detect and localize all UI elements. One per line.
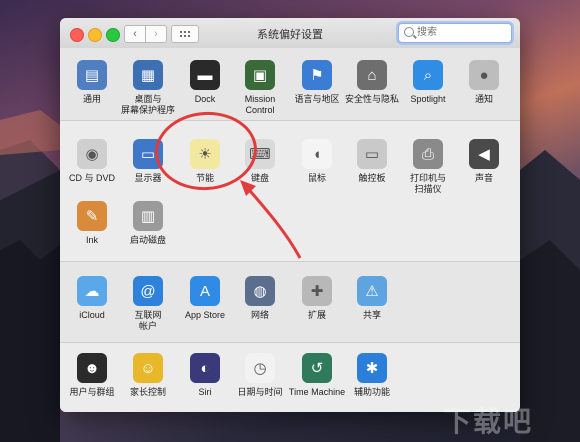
pref-pane-time-machine[interactable]: ↺ Time Machine — [287, 353, 347, 398]
pref-pane-label: Time Machine — [288, 387, 346, 397]
general-icon: ▤ — [77, 60, 107, 90]
sound-icon: ◀ — [469, 139, 499, 169]
pref-pane-label: Siri — [198, 387, 212, 397]
language-region-icon: ⚑ — [302, 60, 332, 90]
internet-accounts-icon: @ — [133, 276, 163, 306]
section-hardware: ◉ CD 与 DVD ▭ 显示器 ☀ 节能 ⌨ 键盘 ◖ 鼠标 ▭ 触控板 ⎙ 打印机与 扫描仪 ◀ 声音 ✎ I… — [60, 121, 520, 261]
pref-pane-label: 用户与群组 — [69, 387, 115, 397]
pref-pane-general[interactable]: ▤ 通用 — [62, 60, 122, 105]
pref-pane-network[interactable]: ◍ 网络 — [230, 276, 290, 321]
pref-pane-siri[interactable]: ◐ Siri — [175, 353, 235, 398]
pref-pane-label: 辅助功能 — [353, 387, 390, 397]
pref-pane-label: 共享 — [362, 310, 381, 320]
parental-controls-icon: ☺ — [133, 353, 163, 383]
search-icon — [404, 27, 414, 37]
app-store-icon: A — [190, 276, 220, 306]
system-preferences-window: ‹ › 系统偏好设置 ▤ 通用 ▦ 桌面与 屏幕保护程序 ▬ Dock ▣ Mission C… — [60, 18, 520, 412]
pref-pane-ink[interactable]: ✎ Ink — [62, 201, 122, 246]
desktop-screensaver-icon: ▦ — [133, 60, 163, 90]
pref-pane-printers-scanners[interactable]: ⎙ 打印机与 扫描仪 — [398, 139, 458, 195]
pref-pane-sharing[interactable]: ⚠ 共享 — [342, 276, 402, 321]
startup-disk-icon: ▥ — [133, 201, 163, 231]
pref-pane-users-groups[interactable]: ☻ 用户与群组 — [62, 353, 122, 398]
pref-pane-trackpad[interactable]: ▭ 触控板 — [342, 139, 402, 184]
trackpad-icon: ▭ — [357, 139, 387, 169]
pref-pane-label: Ink — [85, 235, 98, 245]
printers-scanners-icon: ⎙ — [413, 139, 443, 169]
pref-pane-label: Mission Control — [244, 94, 276, 115]
pref-pane-internet-accounts[interactable]: @ 互联网 帐户 — [118, 276, 178, 332]
pref-pane-mouse[interactable]: ◖ 鼠标 — [287, 139, 347, 184]
ink-icon: ✎ — [77, 201, 107, 231]
section-personal: ▤ 通用 ▦ 桌面与 屏幕保护程序 ▬ Dock ▣ Mission Control ⚑ 语言与地… — [60, 48, 520, 120]
pref-pane-startup-disk[interactable]: ▥ 启动磁盘 — [118, 201, 178, 246]
pref-pane-label: 打印机与 扫描仪 — [409, 173, 446, 194]
search-input[interactable] — [417, 25, 505, 40]
date-time-icon: ◷ — [245, 353, 275, 383]
pref-pane-language-region[interactable]: ⚑ 语言与地区 — [287, 60, 347, 105]
search-field[interactable] — [398, 23, 512, 43]
section-internet: ☁ iCloud @ 互联网 帐户 A App Store ◍ 网络 ✚ 扩展 ⚠ 共享 — [60, 262, 520, 342]
pref-pane-label: 通知 — [474, 94, 493, 104]
pref-pane-parental-controls[interactable]: ☺ 家长控制 — [118, 353, 178, 398]
pref-pane-spotlight[interactable]: ⌕ Spotlight — [398, 60, 458, 105]
pref-pane-date-time[interactable]: ◷ 日期与时间 — [230, 353, 290, 398]
spotlight-icon: ⌕ — [413, 60, 443, 90]
mission-control-icon: ▣ — [245, 60, 275, 90]
pref-pane-sound[interactable]: ◀ 声音 — [454, 139, 514, 184]
pref-pane-security-privacy[interactable]: ⌂ 安全性与隐私 — [342, 60, 402, 105]
pref-pane-mission-control[interactable]: ▣ Mission Control — [230, 60, 290, 116]
pref-pane-label: 家长控制 — [129, 387, 166, 397]
icloud-icon: ☁ — [77, 276, 107, 306]
pref-pane-extensions[interactable]: ✚ 扩展 — [287, 276, 347, 321]
pref-pane-label: 桌面与 屏幕保护程序 — [120, 94, 175, 115]
security-privacy-icon: ⌂ — [357, 60, 387, 90]
pref-pane-label: 语言与地区 — [294, 94, 340, 104]
pref-pane-label: 安全性与隐私 — [344, 94, 399, 104]
watermark: 下载吧 — [443, 406, 534, 437]
pref-pane-label: 鼠标 — [307, 173, 326, 183]
pref-pane-label: 通用 — [82, 94, 101, 104]
pref-pane-label: 扩展 — [307, 310, 326, 320]
siri-icon: ◐ — [190, 353, 220, 383]
pref-pane-desktop-screensaver[interactable]: ▦ 桌面与 屏幕保护程序 — [118, 60, 178, 116]
pref-pane-label: CD 与 DVD — [68, 173, 115, 183]
pref-pane-label: Spotlight — [410, 94, 446, 104]
pref-pane-label: 互联网 帐户 — [134, 310, 162, 331]
pref-pane-label: iCloud — [79, 310, 105, 320]
accessibility-icon: ✱ — [357, 353, 387, 383]
pref-pane-icloud[interactable]: ☁ iCloud — [62, 276, 122, 321]
pref-pane-notifications[interactable]: ● 通知 — [454, 60, 514, 105]
pref-pane-dock[interactable]: ▬ Dock — [175, 60, 235, 105]
extensions-icon: ✚ — [302, 276, 332, 306]
pref-pane-label: App Store — [184, 310, 226, 320]
pref-pane-label: 触控板 — [358, 173, 386, 183]
pref-pane-accessibility[interactable]: ✱ 辅助功能 — [342, 353, 402, 398]
pref-pane-label: 声音 — [474, 173, 493, 183]
pref-pane-label: Dock — [194, 94, 216, 104]
mouse-icon: ◖ — [302, 139, 332, 169]
pref-pane-app-store[interactable]: A App Store — [175, 276, 235, 321]
pref-pane-label: 启动磁盘 — [129, 235, 166, 245]
pref-pane-label: 网络 — [250, 310, 269, 320]
notifications-icon: ● — [469, 60, 499, 90]
time-machine-icon: ↺ — [302, 353, 332, 383]
titlebar: ‹ › 系统偏好设置 — [60, 18, 520, 49]
users-groups-icon: ☻ — [77, 353, 107, 383]
cd-dvd-icon: ◉ — [77, 139, 107, 169]
pref-pane-label: 日期与时间 — [237, 387, 283, 397]
pref-pane-cd-dvd[interactable]: ◉ CD 与 DVD — [62, 139, 122, 184]
network-icon: ◍ — [245, 276, 275, 306]
dock-icon: ▬ — [190, 60, 220, 90]
sharing-icon: ⚠ — [357, 276, 387, 306]
